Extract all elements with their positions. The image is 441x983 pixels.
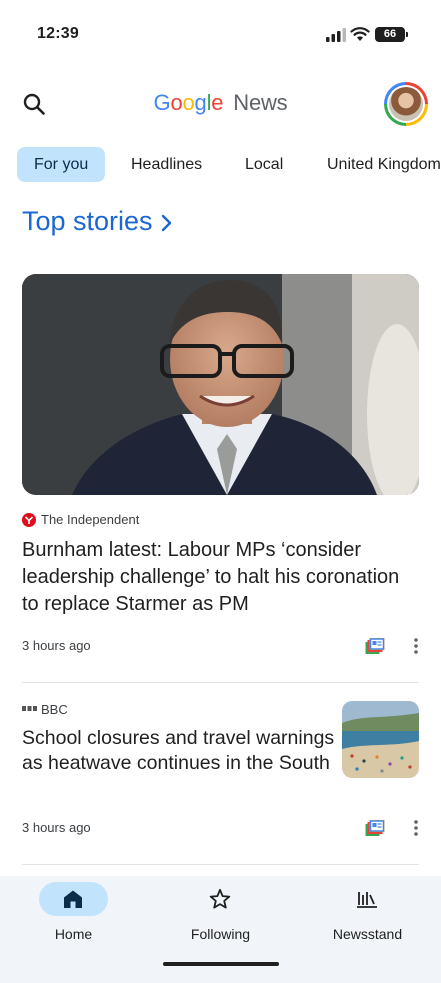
- section-title[interactable]: Top stories: [22, 206, 153, 237]
- tab-for-you[interactable]: For you: [17, 147, 106, 182]
- story-thumbnail[interactable]: [342, 701, 419, 778]
- home-indicator[interactable]: [163, 962, 279, 966]
- divider: [22, 864, 419, 865]
- logo-letter: g: [194, 90, 207, 115]
- logo-letter: o: [170, 90, 183, 115]
- chevron-right-icon[interactable]: [160, 213, 174, 233]
- beach-photo: [342, 701, 419, 778]
- tab-local[interactable]: Local: [228, 147, 300, 182]
- logo-news-text: News: [233, 90, 288, 115]
- story-time: 3 hours ago: [22, 638, 91, 653]
- tab-bar: For you Headlines Local United Kingdom: [0, 147, 441, 183]
- divider: [22, 682, 419, 683]
- nav-home[interactable]: Home: [0, 882, 147, 952]
- google-logo: Google: [154, 90, 230, 115]
- newsstand-icon: [357, 892, 377, 908]
- full-coverage-icon[interactable]: [365, 819, 385, 837]
- home-icon: [64, 890, 82, 908]
- nav-newsstand[interactable]: Newsstand: [294, 882, 441, 952]
- more-vert-icon[interactable]: [413, 637, 419, 655]
- tab-united-kingdom[interactable]: United Kingdom: [310, 147, 441, 182]
- story-source: BBC: [41, 702, 68, 717]
- the-independent-logo-icon: [22, 513, 36, 527]
- nav-label: Home: [54, 926, 93, 942]
- app-header: Google News: [0, 76, 441, 132]
- status-bar: 12:39 66: [0, 0, 441, 64]
- nav-label: Following: [190, 926, 251, 942]
- story-hero-image[interactable]: [22, 274, 419, 495]
- full-coverage-icon[interactable]: [365, 637, 385, 655]
- story-source: The Independent: [41, 512, 140, 527]
- avatar[interactable]: [384, 82, 428, 126]
- hero-photo: [22, 274, 419, 495]
- wifi-icon: [350, 27, 370, 41]
- star-icon: [209, 888, 231, 909]
- tab-headlines[interactable]: Headlines: [114, 147, 219, 182]
- status-time: 12:39: [37, 25, 79, 42]
- avatar-image: [389, 87, 423, 121]
- app-logo: Google News: [0, 90, 441, 116]
- logo-letter: G: [153, 90, 171, 115]
- story-time: 3 hours ago: [22, 820, 91, 835]
- more-vert-icon[interactable]: [413, 819, 419, 837]
- logo-letter: o: [182, 90, 195, 115]
- nav-label: Newsstand: [332, 926, 403, 942]
- bottom-navigation: Home Following Newsstand: [0, 876, 441, 983]
- story-headline[interactable]: Burnham latest: Labour MPs ‘consider lea…: [22, 537, 402, 618]
- signal-icon: [326, 28, 346, 42]
- battery-icon: 66: [375, 27, 408, 42]
- story-headline[interactable]: School closures and travel warnings as h…: [22, 726, 338, 776]
- logo-letter: e: [211, 90, 224, 115]
- bbc-logo-icon: [22, 706, 37, 711]
- nav-following[interactable]: Following: [147, 882, 294, 952]
